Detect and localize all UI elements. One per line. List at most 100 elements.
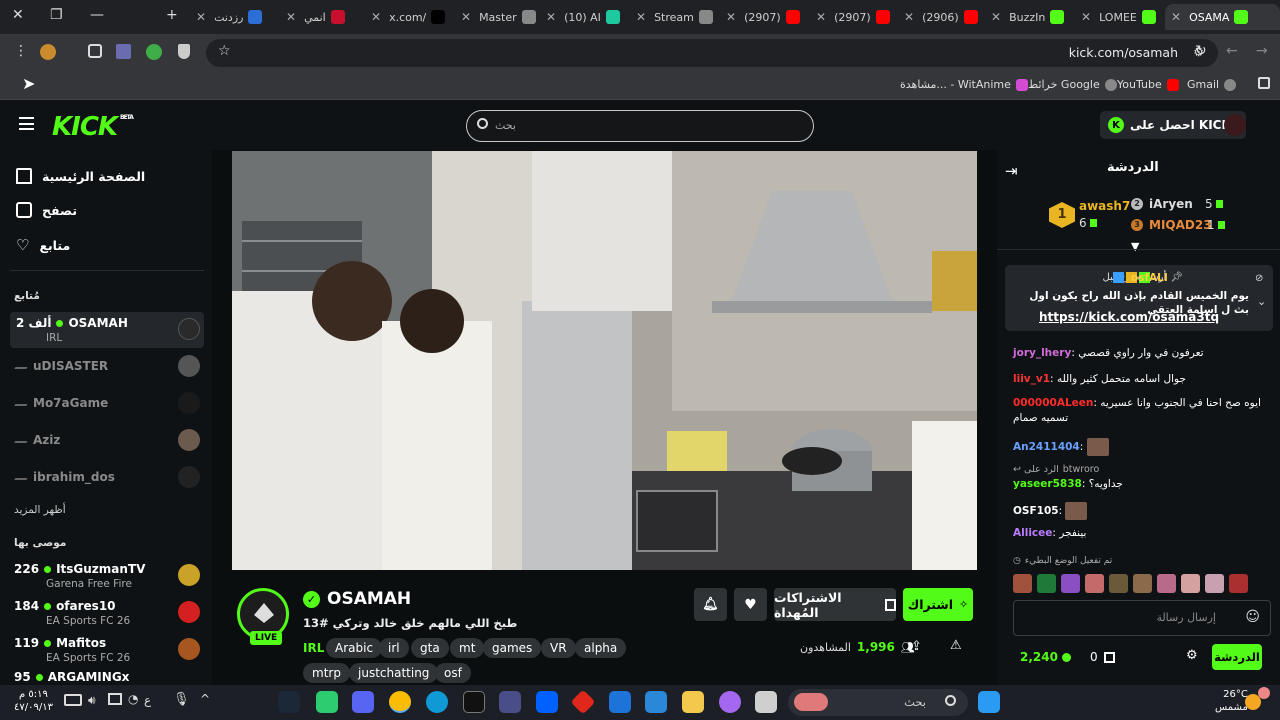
kick-logo[interactable]: KICK BETA — [52, 112, 134, 142]
close-tab-icon[interactable]: ✕ — [286, 10, 296, 24]
category-tag[interactable]: IRL — [303, 638, 324, 658]
tag-item[interactable]: Arabic — [326, 638, 383, 658]
close-tab-icon[interactable]: ✕ — [196, 10, 206, 24]
chat-message[interactable]: jory_lhery: تعرفون في وار راوي قصصي — [1013, 346, 1269, 361]
bookmark-youtube[interactable]: YouTube — [1117, 78, 1179, 91]
forward-arrow-icon[interactable]: → — [1256, 43, 1268, 59]
chat-message[interactable]: Allicee: بينفجر — [1013, 526, 1269, 541]
minimize-window-icon[interactable]: — — [90, 7, 104, 23]
network-icon[interactable] — [108, 693, 122, 705]
extension-badge-icon[interactable] — [146, 44, 162, 60]
emote-icon[interactable] — [1061, 574, 1080, 593]
pinned-username[interactable]: osfALI — [1131, 272, 1168, 284]
sidebar-item-following[interactable]: ♡ متابع — [16, 236, 70, 254]
streamer-name[interactable]: OSAMAH — [327, 589, 411, 609]
chat-message[interactable]: liiv_v1: جوال اسامه متحمل كثير والله — [1013, 372, 1269, 387]
chat-username[interactable]: liiv_v1 — [1013, 373, 1050, 385]
dropbox-icon[interactable] — [536, 691, 558, 713]
file-explorer-icon[interactable] — [682, 691, 704, 713]
chat-username[interactable]: Allicee — [1013, 527, 1052, 539]
browser-tab[interactable]: ✕ BuzzIn — [985, 4, 1071, 30]
tag-item[interactable]: justchatting — [349, 663, 439, 683]
emote-icon[interactable] — [1013, 574, 1032, 593]
chrome-icon[interactable] — [389, 691, 411, 713]
browser-tab[interactable]: ✕ (10) AI — [540, 4, 626, 30]
close-tab-icon[interactable]: ✕ — [546, 10, 556, 24]
close-tab-icon[interactable]: ✕ — [461, 10, 471, 24]
collapse-chat-icon[interactable]: ⇥ — [1005, 162, 1018, 180]
extension-app-icon[interactable] — [116, 44, 131, 59]
recommended-channel-itsguzmantv[interactable]: 226 ItsGuzmanTV Garena Free Fire — [10, 558, 204, 594]
tag-item[interactable]: mtrp — [303, 663, 350, 683]
emote-icon[interactable] — [1085, 574, 1104, 593]
tag-item[interactable]: osf — [435, 663, 471, 683]
gift-counter[interactable]: 0 — [1090, 650, 1115, 664]
close-tab-icon[interactable]: ✕ — [371, 10, 381, 24]
app-window-icon[interactable] — [755, 691, 777, 713]
start-windows-icon[interactable] — [978, 691, 1000, 713]
tag-item[interactable]: irl — [379, 638, 409, 658]
chat-message[interactable]: 000000ALeen: ايوه صح احنا في الجنوب وانا… — [1013, 396, 1269, 426]
emote-icon[interactable] — [1037, 574, 1056, 593]
shield-icon[interactable] — [178, 44, 190, 59]
discord-icon[interactable] — [352, 691, 374, 713]
epic-games-icon[interactable] — [463, 691, 485, 713]
recommended-channel-ofares10[interactable]: 184 ofares10 EA Sports FC 26 — [10, 595, 204, 631]
browser-tab[interactable]: ✕ x.com/ — [365, 4, 451, 30]
bookmark-star-icon[interactable]: ☆ — [218, 43, 231, 59]
close-tab-icon[interactable]: ✕ — [904, 10, 914, 24]
chat-message[interactable]: An2411404: — [1013, 438, 1269, 456]
steam-icon[interactable] — [278, 691, 300, 713]
following-channel-aziz[interactable]: Aziz — [10, 423, 204, 459]
follow-heart-button[interactable]: ♥ — [734, 588, 767, 621]
tag-item[interactable]: alpha — [575, 638, 627, 658]
weather-widget[interactable]: 26°C مشمس — [1215, 688, 1248, 714]
emote-icon[interactable] — [1109, 574, 1128, 593]
emote-icon[interactable] — [1181, 574, 1200, 593]
copilot-icon[interactable] — [719, 691, 741, 713]
extension-icon[interactable] — [40, 44, 56, 60]
battery-icon[interactable] — [64, 694, 82, 706]
close-tab-icon[interactable]: ✕ — [1081, 10, 1091, 24]
expand-leaderboard-icon[interactable]: ▼ — [1131, 240, 1139, 253]
recommended-channel-argamingx[interactable]: 95 ARGAMINGx — [10, 669, 204, 685]
browser-tab[interactable]: ✕ (2907) — [810, 4, 896, 30]
following-channel-udisaster[interactable]: uDISASTER — [10, 349, 204, 385]
send-chat-button[interactable]: الدردشة — [1212, 644, 1262, 670]
video-player[interactable] — [232, 151, 977, 570]
following-channel-osamah[interactable]: 2 ألف OSAMAH IRL — [10, 312, 204, 348]
chat-message[interactable]: OSF105: — [1013, 502, 1269, 520]
recommended-channel-mafitos[interactable]: 119 Mafitos EA Sports FC 26 — [10, 632, 204, 668]
browser-tab[interactable]: ✕ LOMEE — [1075, 4, 1161, 30]
language-indicator[interactable]: ع — [144, 693, 151, 707]
report-warning-icon[interactable]: ⚠ — [950, 638, 962, 653]
app-icon[interactable] — [499, 691, 521, 713]
leader-name[interactable]: awash7 — [1079, 199, 1130, 213]
volume-icon[interactable]: 🔊︎ — [88, 693, 96, 708]
new-tab-icon[interactable]: + — [166, 7, 178, 23]
browser-tab[interactable]: ✕ (2906) — [898, 4, 984, 30]
sidebar-item-browse[interactable]: تصفح — [16, 202, 77, 218]
app-red-icon[interactable] — [570, 689, 596, 715]
omnibox[interactable]: ☆ kick.com/osamah ⚙ — [206, 39, 1218, 67]
microphone-icon[interactable]: 🎙︎ — [173, 692, 190, 707]
close-tab-icon[interactable]: ✕ — [991, 10, 1001, 24]
browser-tab[interactable]: ✕ رزدنت — [190, 4, 276, 30]
chat-message[interactable]: ↩ الرد على btwroro yaseer5838: جداويه؟ — [1013, 462, 1269, 492]
clock[interactable]: ٥:١٩ م ٤٧/٠٩/١٣ — [14, 688, 53, 714]
wechat-icon[interactable] — [316, 691, 338, 713]
sidebar-item-home[interactable]: الصفحة الرئيسية — [16, 168, 145, 184]
emote-icon[interactable] — [1157, 574, 1176, 593]
user-avatar[interactable] — [1224, 114, 1246, 136]
tag-item[interactable]: games — [483, 638, 542, 658]
chat-username[interactable]: OSF105 — [1013, 505, 1059, 517]
close-tab-icon[interactable]: ✕ — [816, 10, 826, 24]
chevron-up-icon[interactable]: ^ — [200, 692, 210, 706]
close-window-icon[interactable]: ✕ — [12, 7, 24, 23]
pinned-message[interactable]: ⊘ 📌︎ أرسلت من قبل osfALI يوم الخميس القا… — [1005, 265, 1273, 331]
emote-icon[interactable] — [1205, 574, 1224, 593]
tag-item[interactable]: mt — [450, 638, 485, 658]
close-tab-icon[interactable]: ✕ — [726, 10, 736, 24]
tag-item[interactable]: gta — [411, 638, 449, 658]
leader-name[interactable]: MIQAD23 — [1149, 218, 1212, 232]
